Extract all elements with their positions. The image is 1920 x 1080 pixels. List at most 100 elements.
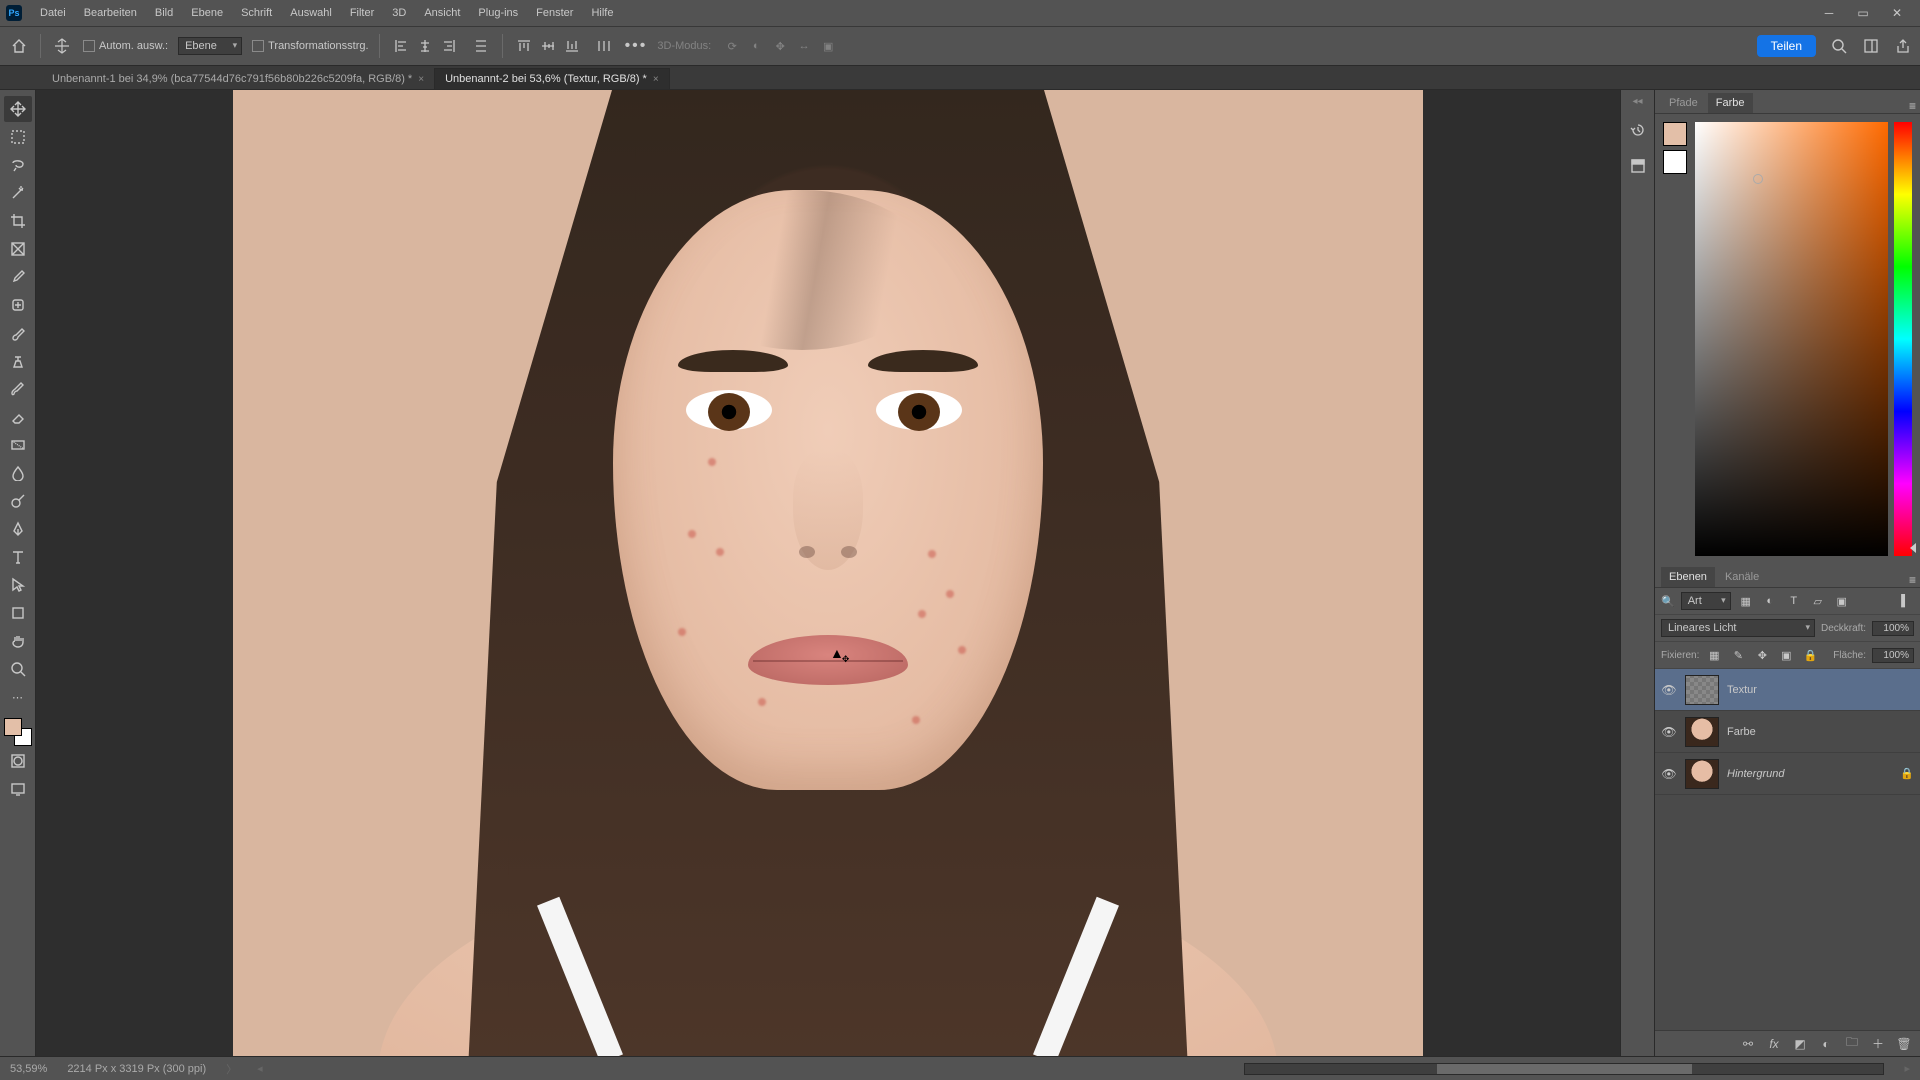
filter-toggle-icon[interactable]: ▌ — [1896, 592, 1914, 610]
lock-artboard-icon[interactable]: ▣ — [1777, 646, 1795, 664]
search-icon[interactable] — [1830, 37, 1848, 55]
filter-shape-icon[interactable]: ▱ — [1809, 592, 1827, 610]
eraser-tool[interactable] — [4, 404, 32, 430]
panel-menu-icon[interactable]: ≡ — [1909, 573, 1916, 587]
screen-mode-icon[interactable] — [4, 776, 32, 802]
tab-channels[interactable]: Kanäle — [1717, 567, 1767, 587]
filter-type-icon[interactable]: T — [1785, 592, 1803, 610]
clone-stamp-tool[interactable] — [4, 348, 32, 374]
expand-panels-icon[interactable]: ◂◂ — [1632, 96, 1642, 107]
distribute-h-icon[interactable] — [470, 35, 492, 57]
filter-adjust-icon[interactable]: ◐ — [1761, 592, 1779, 610]
frame-tool[interactable] — [4, 236, 32, 262]
document-canvas[interactable]: ▲ — [233, 90, 1423, 1056]
hand-tool[interactable] — [4, 628, 32, 654]
sv-cursor-icon[interactable] — [1753, 174, 1763, 184]
quick-mask-icon[interactable] — [4, 748, 32, 774]
menu-window[interactable]: Fenster — [528, 3, 581, 23]
brush-tool[interactable] — [4, 320, 32, 346]
menu-filter[interactable]: Filter — [342, 3, 382, 23]
blend-mode-dropdown[interactable]: Lineares Licht — [1661, 619, 1815, 637]
status-nav-left-icon[interactable]: ◂ — [257, 1062, 263, 1075]
layer-row[interactable]: 👁 Farbe — [1655, 711, 1920, 753]
status-nav-right-icon[interactable]: ▸ — [1904, 1062, 1910, 1075]
menu-image[interactable]: Bild — [147, 3, 181, 23]
filter-smart-icon[interactable]: ▣ — [1833, 592, 1851, 610]
menu-edit[interactable]: Bearbeiten — [76, 3, 145, 23]
properties-panel-icon[interactable] — [1624, 153, 1652, 179]
document-tab[interactable]: Unbenannt-2 bei 53,6% (Textur, RGB/8) * … — [434, 68, 670, 89]
layer-thumbnail[interactable] — [1685, 759, 1719, 789]
adjustment-layer-icon[interactable]: ◐ — [1818, 1036, 1834, 1052]
healing-brush-tool[interactable] — [4, 292, 32, 318]
link-layers-icon[interactable]: ⚯ — [1740, 1036, 1756, 1052]
layer-row[interactable]: 👁 Textur — [1655, 669, 1920, 711]
layer-name[interactable]: Textur — [1727, 684, 1757, 696]
panel-menu-icon[interactable]: ≡ — [1909, 99, 1916, 113]
layer-thumbnail[interactable] — [1685, 717, 1719, 747]
move-tool[interactable] — [4, 96, 32, 122]
menu-select[interactable]: Auswahl — [282, 3, 340, 23]
lock-paint-icon[interactable]: ✎ — [1729, 646, 1747, 664]
gradient-tool[interactable] — [4, 432, 32, 458]
canvas-area[interactable]: ▲ — [36, 90, 1620, 1056]
history-panel-icon[interactable] — [1624, 117, 1652, 143]
align-hcenter-icon[interactable] — [414, 35, 436, 57]
opacity-input[interactable]: 100% — [1872, 621, 1914, 636]
shape-tool[interactable] — [4, 600, 32, 626]
fill-input[interactable]: 100% — [1872, 648, 1914, 663]
auto-select-checkbox[interactable]: Autom. ausw.: — [83, 40, 168, 52]
visibility-eye-icon[interactable]: 👁 — [1661, 683, 1677, 697]
tab-layers[interactable]: Ebenen — [1661, 567, 1715, 587]
lock-position-icon[interactable]: ✥ — [1753, 646, 1771, 664]
align-right-icon[interactable] — [438, 35, 460, 57]
delete-layer-icon[interactable]: 🗑 — [1896, 1036, 1912, 1052]
new-layer-icon[interactable]: ＋ — [1870, 1036, 1886, 1052]
menu-help[interactable]: Hilfe — [583, 3, 621, 23]
menu-view[interactable]: Ansicht — [416, 3, 468, 23]
align-bottom-icon[interactable] — [561, 35, 583, 57]
home-icon[interactable] — [8, 35, 30, 57]
tab-paths[interactable]: Pfade — [1661, 93, 1706, 113]
background-color-swatch[interactable] — [1663, 150, 1687, 174]
close-tab-icon[interactable]: × — [418, 74, 424, 85]
layer-fx-icon[interactable]: fx — [1766, 1036, 1782, 1052]
foreground-color-swatch[interactable] — [4, 718, 22, 736]
more-options-icon[interactable]: ••• — [625, 37, 648, 55]
path-selection-tool[interactable] — [4, 572, 32, 598]
layer-name[interactable]: Hintergrund — [1727, 768, 1784, 780]
crop-tool[interactable] — [4, 208, 32, 234]
export-icon[interactable] — [1894, 37, 1912, 55]
blur-tool[interactable] — [4, 460, 32, 486]
horizontal-scrollbar[interactable] — [1244, 1063, 1884, 1075]
visibility-eye-icon[interactable]: 👁 — [1661, 725, 1677, 739]
align-top-icon[interactable] — [513, 35, 535, 57]
edit-toolbar-icon[interactable]: ⋯ — [4, 684, 32, 710]
lasso-tool[interactable] — [4, 152, 32, 178]
layer-name[interactable]: Farbe — [1727, 726, 1756, 738]
layer-row[interactable]: 👁Hintergrund🔒 — [1655, 753, 1920, 795]
type-tool[interactable] — [4, 544, 32, 570]
color-swatches[interactable] — [4, 718, 32, 746]
tab-color[interactable]: Farbe — [1708, 93, 1753, 113]
status-chevron-icon[interactable]: 〉 — [226, 1061, 237, 1077]
document-tab[interactable]: Unbenannt-1 bei 34,9% (bca77544d76c791f5… — [42, 69, 434, 89]
transform-controls-checkbox[interactable]: Transformationsstrg. — [252, 40, 368, 52]
distribute-v-icon[interactable] — [593, 35, 615, 57]
current-tool-icon[interactable] — [51, 35, 73, 57]
new-group-icon[interactable]: 🗀 — [1844, 1036, 1860, 1052]
zoom-tool[interactable] — [4, 656, 32, 682]
hue-handle-icon[interactable] — [1910, 543, 1916, 553]
filter-pixel-icon[interactable]: ▦ — [1737, 592, 1755, 610]
layer-mask-icon[interactable]: ◩ — [1792, 1036, 1808, 1052]
dodge-tool[interactable] — [4, 488, 32, 514]
maximize-button[interactable]: ▭ — [1846, 0, 1880, 26]
close-button[interactable]: ✕ — [1880, 0, 1914, 26]
saturation-value-picker[interactable] — [1695, 122, 1888, 556]
magic-wand-tool[interactable] — [4, 180, 32, 206]
scrollbar-thumb[interactable] — [1437, 1064, 1692, 1074]
minimize-button[interactable]: ─ — [1812, 0, 1846, 26]
menu-3d[interactable]: 3D — [384, 3, 414, 23]
zoom-level[interactable]: 53,59% — [10, 1063, 47, 1075]
auto-select-target-dropdown[interactable]: Ebene — [178, 37, 242, 55]
